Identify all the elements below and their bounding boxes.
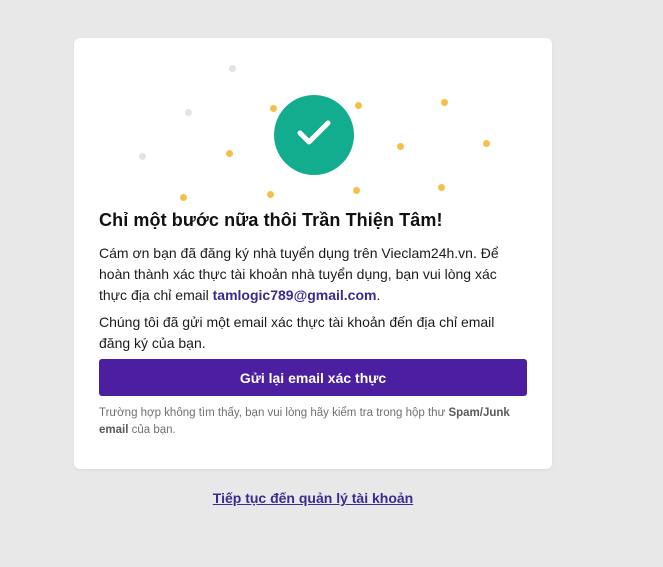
success-badge: [274, 95, 354, 175]
confetti-dot: [441, 99, 448, 106]
confetti-dot: [483, 140, 490, 147]
verification-card: Chỉ một bước nữa thôi Trần Thiện Tâm! Cá…: [74, 38, 552, 469]
sent-notice: Chúng tôi đã gửi một email xác thực tài …: [99, 314, 495, 351]
confetti-dot: [353, 187, 360, 194]
confetti-dot: [139, 153, 146, 160]
continue-to-account-link[interactable]: Tiếp tục đến quản lý tài khoản: [0, 490, 626, 506]
message-end: .: [376, 287, 381, 303]
page: Chỉ một bước nữa thôi Trần Thiện Tâm! Cá…: [0, 0, 663, 567]
confetti-dot: [397, 143, 404, 150]
confetti-dot: [226, 150, 233, 157]
note-end: của bạn.: [128, 424, 176, 436]
confetti-dot: [229, 65, 236, 72]
resend-email-button[interactable]: Gửi lại email xác thực: [99, 359, 527, 396]
page-title: Chỉ một bước nữa thôi Trần Thiện Tâm!: [99, 210, 443, 230]
confetti-dot: [270, 105, 277, 112]
spam-note: Trường hợp không tìm thấy, bạn vui lòng …: [99, 405, 519, 439]
email-address: tamlogic789@gmail.com: [212, 287, 377, 303]
check-icon: [296, 118, 332, 153]
confetti-dot: [180, 194, 187, 201]
note-text: Trường hợp không tìm thấy, bạn vui lòng …: [99, 407, 449, 419]
confetti-dot: [438, 184, 445, 191]
confetti-dot: [267, 191, 274, 198]
verification-message: Cám ơn bạn đã đăng ký nhà tuyển dụng trê…: [99, 243, 519, 306]
confetti-dot: [355, 102, 362, 109]
confetti-dot: [185, 109, 192, 116]
